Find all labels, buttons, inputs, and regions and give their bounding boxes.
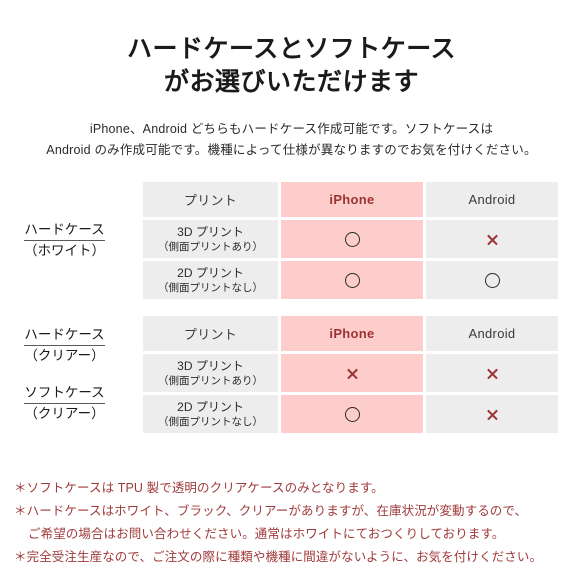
table-row: 2D プリント （側面プリントなし） bbox=[143, 261, 558, 299]
lead-description: iPhone、Android どちらもハードケース作成可能です。ソフトケースは … bbox=[0, 119, 583, 161]
table-2-matrix: プリント iPhone Android 3D プリント （側面プリントあり） 2… bbox=[143, 316, 558, 433]
page-title-line-2: がお選びいただけます bbox=[163, 68, 419, 96]
print-type-note: （側面プリントあり） bbox=[158, 240, 263, 253]
table-row: 2D プリント （側面プリントなし） bbox=[143, 395, 558, 433]
category-label-hard-white: ハードケース （ホワイト） bbox=[24, 220, 105, 261]
lead-line-1: iPhone、Android どちらもハードケース作成可能です。ソフトケースは bbox=[89, 122, 494, 136]
cross-icon bbox=[346, 367, 359, 380]
footer-note-2: ＊ハードケースはホワイト、ブラック、クリアーがありますが、在庫状況が変動するので… bbox=[14, 504, 528, 518]
footer-note-1: ＊ソフトケースは TPU 製で透明のクリアケースのみとなります。 bbox=[14, 481, 384, 495]
print-type-note: （側面プリントなし） bbox=[158, 415, 263, 428]
header-label-print: プリント bbox=[183, 327, 238, 342]
header-label-print: プリント bbox=[183, 193, 238, 208]
table-2-row-2-iphone-availability bbox=[281, 395, 423, 433]
category-label-main: ハードケース bbox=[24, 325, 105, 346]
print-type-note: （側面プリントなし） bbox=[158, 281, 263, 294]
table-2-row-1-android-availability bbox=[426, 354, 558, 392]
page-title-line-1: ハードケースとソフトケース bbox=[126, 35, 456, 63]
compatibility-table-hard-white: ハードケース （ホワイト） プリント iPhone Android 3D プリン… bbox=[0, 182, 583, 299]
page-title: ハードケースとソフトケース がお選びいただけます bbox=[0, 0, 583, 99]
table-1-row-1-iphone-availability bbox=[281, 220, 423, 258]
header-label-iphone: iPhone bbox=[329, 192, 375, 207]
table-1-row-1-print-type: 3D プリント （側面プリントあり） bbox=[143, 220, 278, 258]
category-label-sub: （クリアー） bbox=[24, 406, 105, 421]
table-1-header-print: プリント bbox=[143, 182, 278, 217]
table-2-row-2-android-availability bbox=[426, 395, 558, 433]
table-1-header-android: Android bbox=[426, 182, 558, 217]
circle-icon bbox=[344, 231, 360, 247]
circle-icon bbox=[344, 272, 360, 288]
print-type-name: 3D プリント bbox=[177, 224, 244, 239]
category-label-main: ハードケース bbox=[24, 220, 105, 241]
table-1-row-2-android-availability bbox=[426, 261, 558, 299]
cross-icon bbox=[486, 408, 499, 421]
table-2-header-android: Android bbox=[426, 316, 558, 351]
print-type-name: 2D プリント bbox=[177, 265, 244, 280]
print-type-name: 2D プリント bbox=[177, 399, 244, 414]
table-row: 3D プリント （側面プリントあり） bbox=[143, 220, 558, 258]
table-1-category-labels: ハードケース （ホワイト） bbox=[0, 182, 143, 299]
table-2-header-iphone: iPhone bbox=[281, 316, 423, 351]
circle-icon bbox=[344, 406, 360, 422]
footer-note-4: ＊完全受注生産なので、ご注文の際に種類や機種に間違がないように、お気を付けくださ… bbox=[14, 550, 543, 564]
table-1-header-row: プリント iPhone Android bbox=[143, 182, 558, 217]
category-label-sub: （クリアー） bbox=[24, 348, 105, 363]
table-row: 3D プリント （側面プリントあり） bbox=[143, 354, 558, 392]
table-2-row-2-print-type: 2D プリント （側面プリントなし） bbox=[143, 395, 278, 433]
footer-note-3: ご希望の場合はお問い合わせください。通常はホワイトにておつくりしております。 bbox=[28, 527, 505, 541]
category-label-sub: （ホワイト） bbox=[24, 243, 105, 258]
table-2-header-row: プリント iPhone Android bbox=[143, 316, 558, 351]
header-label-android: Android bbox=[468, 192, 516, 207]
print-type-name: 3D プリント bbox=[177, 358, 244, 373]
compatibility-table-clear: ハードケース （クリアー） ソフトケース （クリアー） プリント iPhone … bbox=[0, 316, 583, 433]
print-type-note: （側面プリントあり） bbox=[158, 374, 263, 387]
table-1-row-2-iphone-availability bbox=[281, 261, 423, 299]
table-1-row-1-android-availability bbox=[426, 220, 558, 258]
cross-icon bbox=[486, 367, 499, 380]
footer-notes: ＊ソフトケースは TPU 製で透明のクリアケースのみとなります。 ＊ハードケース… bbox=[14, 477, 574, 569]
category-label-main: ソフトケース bbox=[24, 383, 105, 404]
category-label-soft-clear: ソフトケース （クリアー） bbox=[24, 383, 105, 424]
table-2-header-print: プリント bbox=[143, 316, 278, 351]
table-2-category-labels: ハードケース （クリアー） ソフトケース （クリアー） bbox=[0, 316, 143, 433]
circle-icon bbox=[484, 272, 500, 288]
table-1-header-iphone: iPhone bbox=[281, 182, 423, 217]
table-1-row-2-print-type: 2D プリント （側面プリントなし） bbox=[143, 261, 278, 299]
table-2-row-1-iphone-availability bbox=[281, 354, 423, 392]
lead-line-2: Android のみ作成可能です。機種によって仕様が異なりますのでお気を付けくだ… bbox=[46, 143, 537, 157]
table-1-matrix: プリント iPhone Android 3D プリント （側面プリントあり） 2… bbox=[143, 182, 558, 299]
header-label-iphone: iPhone bbox=[329, 326, 375, 341]
header-label-android: Android bbox=[468, 326, 516, 341]
category-label-hard-clear: ハードケース （クリアー） bbox=[24, 325, 105, 366]
cross-icon bbox=[486, 233, 499, 246]
table-2-row-1-print-type: 3D プリント （側面プリントあり） bbox=[143, 354, 278, 392]
